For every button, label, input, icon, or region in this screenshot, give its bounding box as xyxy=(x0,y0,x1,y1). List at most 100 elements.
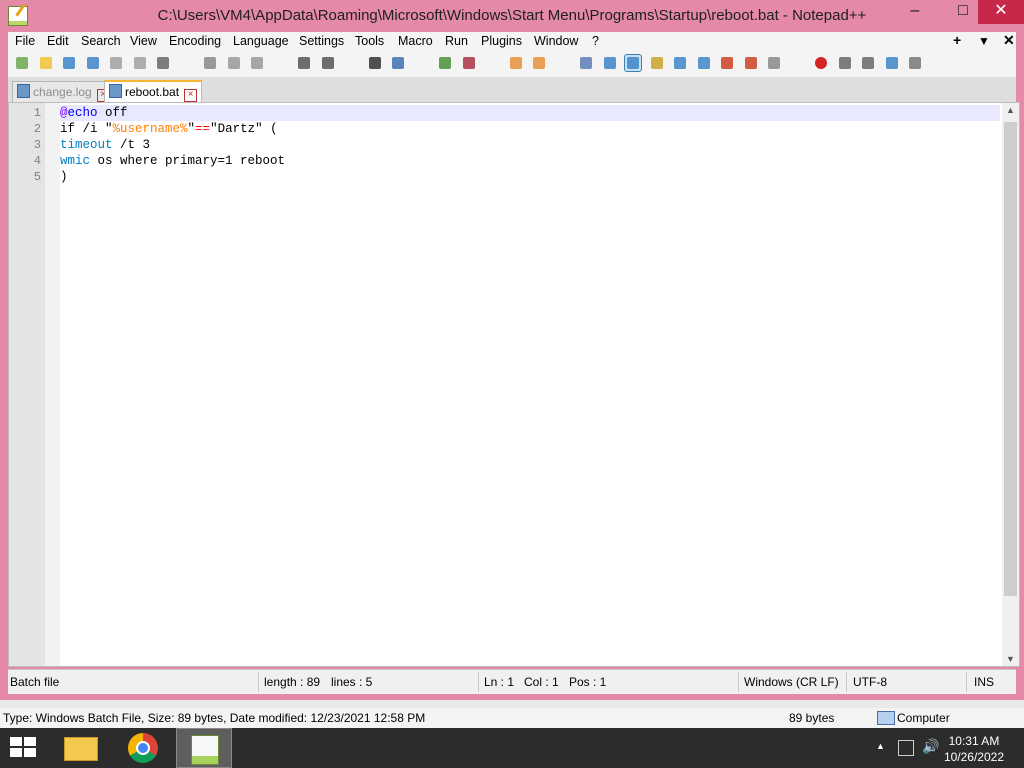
redo-icon[interactable] xyxy=(320,55,336,71)
status-filetype: Batch file xyxy=(10,675,60,689)
show-all-chars-icon[interactable] xyxy=(602,55,618,71)
undo-icon[interactable] xyxy=(296,55,312,71)
sync-horizontal-icon[interactable] xyxy=(531,55,547,71)
tab-change-log[interactable]: change.log× xyxy=(12,81,115,102)
menu-tools[interactable]: Tools xyxy=(355,34,384,48)
line-number: 1 xyxy=(33,106,41,120)
tab-label: reboot.bat xyxy=(125,85,180,99)
new-tab-button[interactable]: + xyxy=(953,32,961,48)
replace-icon[interactable] xyxy=(390,55,406,71)
close-doc-button[interactable]: ✕ xyxy=(1003,32,1015,49)
tab-reboot-bat[interactable]: reboot.bat × xyxy=(104,80,203,103)
file-icon xyxy=(109,84,122,98)
taskbar-notepadpp[interactable] xyxy=(176,728,232,768)
vertical-scrollbar[interactable]: ▲ ▼ xyxy=(1002,103,1019,666)
open-file-icon[interactable] xyxy=(38,55,54,71)
indent-guide-icon[interactable] xyxy=(624,54,642,72)
code-line[interactable]: wmic os where primary=1 reboot xyxy=(60,153,285,169)
line-number: 5 xyxy=(33,170,41,184)
tab-close-icon[interactable]: × xyxy=(184,89,198,102)
doc-switcher-icon[interactable] xyxy=(743,55,759,71)
menu-language[interactable]: Language xyxy=(233,34,289,48)
menu-view[interactable]: View xyxy=(130,34,157,48)
editor-pane[interactable]: 12345 @echo off if /i "%username%"=="Dart… xyxy=(8,102,1020,667)
code-token: os where primary=1 reboot xyxy=(90,154,286,168)
taskbar-chrome[interactable] xyxy=(115,728,171,768)
save-all-icon[interactable] xyxy=(85,55,101,71)
minimize-button[interactable]: – xyxy=(898,0,932,24)
tab-label: change.log xyxy=(33,85,92,99)
stop-macro-icon[interactable] xyxy=(837,55,853,71)
doc-map-icon[interactable] xyxy=(672,55,688,71)
menu-file[interactable]: File xyxy=(15,34,35,48)
zoom-out-icon[interactable] xyxy=(461,55,477,71)
print-icon[interactable] xyxy=(155,55,171,71)
menu-plugins[interactable]: Plugins xyxy=(481,34,522,48)
tab-list-button[interactable]: ▼ xyxy=(978,34,990,48)
tab-bar: change.log× reboot.bat × xyxy=(8,78,1016,103)
user-lang-icon[interactable] xyxy=(649,55,665,71)
close-button[interactable]: ✕ xyxy=(978,0,1024,24)
run-macro-multiple-icon[interactable] xyxy=(884,55,900,71)
find-icon[interactable] xyxy=(367,55,383,71)
code-token: "Dartz" ( xyxy=(210,122,278,136)
new-file-icon[interactable] xyxy=(14,55,30,71)
maximize-button[interactable]: □ xyxy=(946,0,980,24)
network-icon[interactable] xyxy=(898,740,914,756)
menu-window[interactable]: Window xyxy=(534,34,578,48)
save-macro-icon[interactable] xyxy=(907,55,923,71)
volume-icon[interactable]: 🔊 xyxy=(922,738,939,755)
menu-settings[interactable]: Settings xyxy=(299,34,344,48)
taskbar: ▲ 🔊 10:31 AM 10/26/2022 xyxy=(0,728,1024,768)
folder-as-workspace-icon[interactable] xyxy=(719,55,735,71)
status-length: length : 89 xyxy=(264,675,321,689)
line-number: 2 xyxy=(33,122,41,136)
copy-icon[interactable] xyxy=(226,55,242,71)
code-token: /t 3 xyxy=(112,138,151,152)
code-line[interactable]: @echo off xyxy=(60,105,128,121)
code-line[interactable]: if /i "%username%"=="Dartz" ( xyxy=(60,121,278,137)
clock[interactable]: 10:31 AM 10/26/2022 xyxy=(944,733,1004,765)
scroll-up-icon[interactable]: ▲ xyxy=(1006,105,1015,115)
file-size-text: 89 bytes xyxy=(789,711,835,725)
cut-icon[interactable] xyxy=(202,55,218,71)
status-bar: Batch file length : 89 lines : 5 Ln : 1 … xyxy=(8,669,1016,694)
paste-icon[interactable] xyxy=(249,55,265,71)
window-title: C:\Users\VM4\AppData\Roaming\Microsoft\W… xyxy=(157,7,867,24)
close-icon[interactable] xyxy=(108,55,124,71)
status-insert-mode: INS xyxy=(974,675,995,689)
record-macro-icon[interactable] xyxy=(813,55,829,71)
status-separator xyxy=(846,672,847,692)
code-line[interactable]: timeout /t 3 xyxy=(60,137,150,153)
status-eol: Windows (CR LF) xyxy=(744,675,839,689)
code-line[interactable]: ) xyxy=(60,169,68,185)
function-list-icon[interactable] xyxy=(696,55,712,71)
title-bar[interactable]: C:\Users\VM4\AppData\Roaming\Microsoft\W… xyxy=(0,0,1024,32)
taskbar-file-explorer[interactable] xyxy=(52,728,108,768)
status-ln: Ln : 1 xyxy=(484,675,515,689)
zoom-in-icon[interactable] xyxy=(437,55,453,71)
menu-macro[interactable]: Macro xyxy=(398,34,433,48)
code-token: @ xyxy=(60,106,68,120)
status-separator xyxy=(478,672,479,692)
code-token: echo xyxy=(67,106,98,120)
computer-icon xyxy=(877,711,895,725)
word-wrap-icon[interactable] xyxy=(578,55,594,71)
show-hidden-icons-icon[interactable]: ▲ xyxy=(876,741,885,751)
fold-margin xyxy=(45,103,60,666)
menu-help[interactable]: ? xyxy=(592,34,599,48)
status-separator xyxy=(258,672,259,692)
play-macro-icon[interactable] xyxy=(860,55,876,71)
sync-vertical-icon[interactable] xyxy=(508,55,524,71)
start-button[interactable] xyxy=(10,737,38,759)
scroll-down-icon[interactable]: ▼ xyxy=(1006,654,1015,664)
menu-encoding[interactable]: Encoding xyxy=(169,34,221,48)
monitoring-icon[interactable] xyxy=(766,55,782,71)
notepadpp-icon xyxy=(191,735,219,765)
menu-search[interactable]: Search xyxy=(81,34,121,48)
menu-edit[interactable]: Edit xyxy=(47,34,69,48)
close-all-icon[interactable] xyxy=(132,55,148,71)
menu-run[interactable]: Run xyxy=(445,34,468,48)
save-icon[interactable] xyxy=(61,55,77,71)
scroll-thumb[interactable] xyxy=(1004,122,1017,596)
